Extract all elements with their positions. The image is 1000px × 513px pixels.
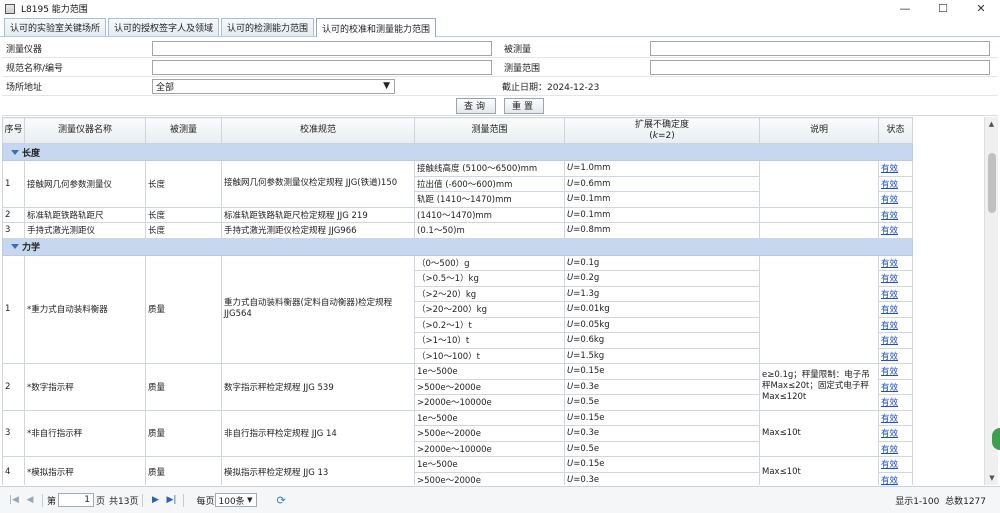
scroll-up-icon[interactable]: ▲: [985, 117, 998, 131]
header-row: 序号 测量仪器名称 被测量 校准规范 测量范围 扩展不确定度 (k=2) 说明 …: [2, 117, 913, 144]
status-link[interactable]: 有效: [881, 259, 898, 269]
table-row: 2 *数字指示秤 质量 数字指示秤检定规程 JJG 539 1e～500e U=…: [2, 363, 913, 411]
status-link[interactable]: 有效: [881, 429, 898, 439]
minimize-button[interactable]: —: [886, 0, 924, 17]
col-status[interactable]: 状态: [878, 117, 913, 144]
page-suffix: 页: [96, 496, 106, 507]
table-row: 3 手持式激光测距仪 长度 手持式激光测距仪检定规程 JJG966 (0.1～5…: [2, 222, 913, 239]
title-bar: L8195 能力范围 — ☐ ✕: [0, 0, 1000, 17]
close-button[interactable]: ✕: [962, 0, 1000, 17]
status-link[interactable]: 有效: [881, 336, 898, 346]
range-input[interactable]: [650, 59, 990, 75]
col-range[interactable]: 测量范围: [414, 117, 565, 144]
collapse-icon[interactable]: [11, 149, 19, 155]
col-seq[interactable]: 序号: [2, 117, 25, 144]
window-title: L8195 能力范围: [21, 5, 88, 15]
per-page-label: 每页: [196, 496, 215, 507]
table-row: 2 标准轨距铁路轨距尺 长度 标准轨距铁路轨距尺检定规程 JJG 219 (14…: [2, 206, 913, 223]
status-link[interactable]: 有效: [881, 398, 898, 408]
tab-testing-scope[interactable]: 认可的检测能力范围: [221, 18, 315, 36]
total-pages: 共13页: [109, 496, 139, 507]
site-label: 场所地址: [6, 82, 43, 93]
col-instrument[interactable]: 测量仪器名称: [24, 117, 146, 144]
status-link[interactable]: 有效: [881, 383, 898, 393]
refresh-icon[interactable]: ⟳: [277, 494, 286, 507]
filter-form: 测量仪器 被测量 规范名称/编号 测量范围 场所地址 全部 ▼ 截止日期：202…: [2, 39, 998, 116]
site-select[interactable]: 全部 ▼: [152, 78, 395, 94]
col-uncertainty[interactable]: 扩展不确定度 (k=2): [564, 117, 760, 144]
tab-signatories[interactable]: 认可的授权签字人及领域: [108, 18, 220, 36]
floating-assistant-icon[interactable]: [992, 428, 1000, 450]
status-link[interactable]: 有效: [881, 476, 898, 485]
next-page-icon[interactable]: ▶: [147, 493, 163, 507]
tab-key-sites[interactable]: 认可的实验室关键场所: [4, 18, 107, 36]
app-icon: [5, 3, 15, 14]
scroll-thumb[interactable]: [988, 153, 996, 213]
status-link[interactable]: 有效: [881, 211, 898, 221]
spec-label: 规范名称/编号: [6, 63, 64, 74]
collapse-icon[interactable]: [11, 244, 19, 249]
pagination-bar: |◀ ◀ 第 1 页 共13页 ▶ ▶| 每页 100条 ▼ ⟳ 显示1-100…: [0, 486, 1000, 513]
status-link[interactable]: 有效: [881, 367, 898, 377]
status-link[interactable]: 有效: [881, 445, 898, 455]
col-note[interactable]: 说明: [759, 117, 879, 144]
status-link[interactable]: 有效: [881, 305, 898, 315]
group-row-length[interactable]: 长度: [2, 143, 913, 161]
status-link[interactable]: 有效: [881, 195, 898, 205]
scroll-down-icon[interactable]: ▼: [985, 471, 999, 485]
prev-page-icon[interactable]: ◀: [22, 493, 38, 507]
range-label: 测量范围: [504, 63, 541, 74]
status-link[interactable]: 有效: [881, 352, 898, 362]
reset-button[interactable]: 重置: [504, 97, 544, 114]
page-prefix: 第: [47, 496, 57, 507]
table-row: 1 接触网几何参数测量仪 长度 接触网几何参数测量仪检定规程 JJG(铁道)15…: [2, 160, 913, 208]
chevron-down-icon: ▼: [247, 496, 253, 504]
measurand-input[interactable]: [650, 40, 990, 56]
first-page-icon[interactable]: |◀: [6, 493, 22, 507]
instrument-input[interactable]: [152, 40, 492, 56]
spec-input[interactable]: [152, 59, 492, 75]
table-row: 4 *模拟指示秤 质量 模拟指示秤检定规程 JJG 13 1e～500e U=0…: [2, 456, 913, 485]
scope-grid: 序号 测量仪器名称 被测量 校准规范 测量范围 扩展不确定度 (k=2) 说明 …: [2, 117, 984, 485]
status-link[interactable]: 有效: [881, 164, 898, 174]
site-select-value: 全部: [156, 82, 175, 93]
maximize-button[interactable]: ☐: [924, 0, 962, 17]
status-link[interactable]: 有效: [881, 226, 898, 236]
page-number-input[interactable]: 1: [58, 493, 95, 507]
col-spec[interactable]: 校准规范: [221, 117, 415, 144]
query-button[interactable]: 查询: [456, 97, 496, 114]
status-link[interactable]: 有效: [881, 180, 898, 190]
status-link[interactable]: 有效: [881, 290, 898, 300]
pager-info: 显示1-100 总数1277: [895, 496, 986, 507]
deadline-text: 截止日期：2024-12-23: [502, 82, 600, 93]
chevron-down-icon: ▼: [383, 81, 390, 91]
last-page-icon[interactable]: ▶|: [163, 493, 179, 507]
measurand-label: 被测量: [504, 44, 532, 55]
col-measurand[interactable]: 被测量: [145, 117, 222, 144]
per-page-select[interactable]: 100条 ▼: [214, 493, 257, 507]
instrument-label: 测量仪器: [6, 44, 43, 55]
status-link[interactable]: 有效: [881, 460, 898, 470]
tab-calibration-scope[interactable]: 认可的校准和测量能力范围: [316, 18, 437, 37]
table-row: 3 *非自行指示秤 质量 非自行指示秤检定规程 JJG 14 1e～500e U…: [2, 409, 913, 457]
group-row-mechanics[interactable]: 力学: [2, 237, 913, 256]
tab-bar: 认可的实验室关键场所 认可的授权签字人及领域 认可的检测能力范围 认可的校准和测…: [0, 17, 1000, 37]
status-link[interactable]: 有效: [881, 414, 898, 424]
status-link[interactable]: 有效: [881, 274, 898, 284]
unc-header-line1: 扩展不确定度: [634, 119, 689, 130]
table-row: 1 *重力式自动装料衡器 质量 重力式自动装料衡器(定料自动衡器)检定规程JJG…: [2, 254, 913, 364]
status-link[interactable]: 有效: [881, 321, 898, 331]
